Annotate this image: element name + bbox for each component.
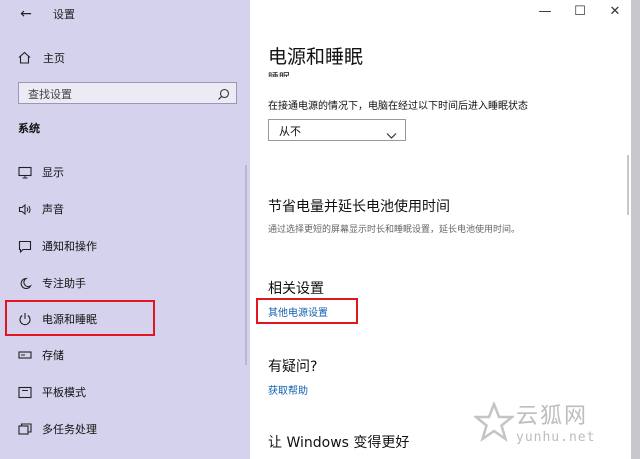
dropdown-value: 从不 (279, 125, 301, 138)
sidebar-item-storage[interactable]: 存储 (18, 344, 64, 366)
question-heading: 有疑问? (268, 359, 318, 375)
chevron-down-icon (386, 125, 397, 144)
sidebar-item-label: 多任务处理 (42, 423, 97, 436)
moon-icon (18, 276, 32, 290)
selection-highlight-box (5, 300, 155, 336)
app-title: 设置 (53, 8, 75, 21)
multitask-icon (18, 422, 32, 436)
speaker-icon (18, 202, 32, 216)
sidebar-item-label: 平板模式 (42, 386, 86, 399)
sidebar-item-notifications[interactable]: 通知和操作 (18, 235, 97, 257)
watermark-url: yunhu.net (516, 430, 596, 445)
sidebar-item-label: 声音 (42, 203, 64, 216)
sidebar-item-tablet-mode[interactable]: 平板模式 (18, 381, 86, 403)
window-edge (631, 0, 640, 459)
sidebar-item-multitasking[interactable]: 多任务处理 (18, 418, 97, 440)
link-highlight-box (256, 298, 358, 324)
sidebar-item-display[interactable]: 显示 (18, 161, 64, 183)
minimize-icon[interactable]: — (535, 4, 555, 19)
sidebar-item-label: 存储 (42, 349, 64, 362)
monitor-icon (18, 165, 32, 179)
sidebar-item-label: 显示 (42, 166, 64, 179)
watermark: 云狐网 yunhu.net (472, 396, 632, 454)
sleep-description: 在接通电源的情况下，电脑在经过以下时间后进入睡眠状态 (268, 101, 528, 112)
maximize-icon[interactable]: ☐ (570, 4, 590, 19)
save-power-heading: 节省电量并延长电池使用时间 (268, 199, 450, 215)
watermark-text: 云狐网 (516, 404, 589, 429)
related-settings-heading: 相关设置 (268, 281, 324, 297)
sidebar-item-focus-assist[interactable]: 专注助手 (18, 272, 86, 294)
feedback-heading: 让 Windows 变得更好 (268, 435, 410, 451)
message-icon (18, 239, 32, 253)
main-content: — ☐ ✕ 电源和睡眠 睡眠 在接通电源的情况下，电脑在经过以下时间后进入睡眠状… (250, 0, 640, 459)
search-placeholder: 查找设置 (28, 88, 72, 101)
search-input[interactable]: 查找设置 (18, 82, 237, 104)
sleep-timeout-dropdown[interactable]: 从不 (268, 119, 406, 141)
home-nav-item[interactable]: 主页 (18, 48, 65, 68)
sidebar-item-label: 专注助手 (42, 277, 86, 290)
section-header-system: 系统 (18, 122, 40, 135)
sidebar-item-sound[interactable]: 声音 (18, 198, 64, 220)
sleep-subheading: 睡眠 (268, 69, 290, 77)
home-icon (18, 49, 31, 68)
sidebar-item-label: 通知和操作 (42, 240, 97, 253)
page-title: 电源和睡眠 (268, 46, 364, 68)
storage-icon (18, 348, 32, 362)
back-arrow-icon[interactable]: ← (16, 4, 36, 24)
star-logo-icon (472, 400, 516, 446)
get-help-link[interactable]: 获取帮助 (268, 382, 308, 397)
tablet-icon (18, 385, 32, 399)
sidebar-scrollbar[interactable] (245, 165, 247, 365)
save-power-description: 通过选择更短的屏幕显示时长和睡眠设置，延长电池使用时间。 (268, 225, 521, 235)
home-label: 主页 (43, 52, 65, 65)
main-scrollbar[interactable] (627, 155, 629, 215)
close-icon[interactable]: ✕ (605, 4, 625, 19)
sidebar: ← 设置 主页 查找设置 系统 显示 声音 通知和操作 专注助手 电源和睡眠 存… (0, 0, 250, 459)
search-icon[interactable] (217, 86, 230, 105)
